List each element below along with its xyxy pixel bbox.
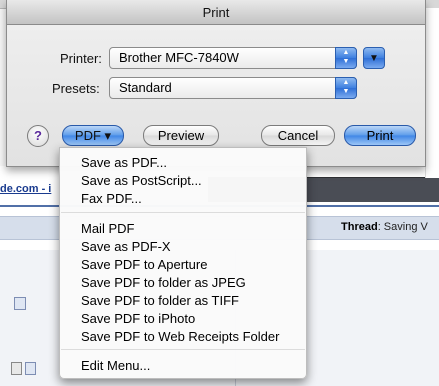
preview-button[interactable]: Preview — [143, 125, 219, 146]
menu-item-save-as-postscript[interactable]: Save as PostScript... — [81, 173, 202, 188]
menu-item-save-as-pdf-x[interactable]: Save as PDF-X — [81, 239, 171, 254]
background-file-icon[interactable] — [11, 362, 22, 375]
print-dialog: Print Printer: Brother MFC-7840W ▲ ▼ ▼ Pr… — [6, 0, 426, 167]
popup-arrows-icon: ▲ ▼ — [335, 77, 357, 99]
thread-value: : Saving V — [377, 221, 428, 233]
menu-item-save-pdf-tiff[interactable]: Save PDF to folder as TIFF — [81, 293, 239, 308]
printer-label: Printer: — [60, 51, 102, 66]
printer-value: Brother MFC-7840W — [119, 50, 239, 65]
pdf-menu: Save as PDF... Save as PostScript... Fax… — [59, 147, 307, 379]
disclosure-triangle-button[interactable]: ▼ — [363, 47, 385, 69]
print-button[interactable]: Print — [344, 125, 416, 146]
menu-separator — [61, 349, 305, 350]
presets-label: Presets: — [52, 81, 100, 96]
menu-separator — [61, 212, 305, 213]
background-thread-label: Thread: Saving V — [341, 221, 428, 233]
background-doc-icon[interactable] — [14, 297, 26, 310]
thread-label: Thread — [341, 221, 378, 233]
background-site-link[interactable]: de.com - i — [0, 183, 51, 195]
pdf-button[interactable]: PDF ▾ — [62, 125, 124, 146]
menu-item-save-pdf-web-receipts[interactable]: Save PDF to Web Receipts Folder — [81, 329, 279, 344]
cancel-button[interactable]: Cancel — [261, 125, 335, 146]
dialog-title: Print — [7, 0, 425, 25]
background-right-column — [425, 8, 439, 178]
help-button[interactable]: ? — [27, 125, 49, 147]
menu-item-fax-pdf[interactable]: Fax PDF... — [81, 191, 142, 206]
menu-item-save-pdf-to-aperture[interactable]: Save PDF to Aperture — [81, 257, 207, 272]
printer-popup[interactable]: Brother MFC-7840W ▲ ▼ — [109, 47, 357, 69]
menu-item-mail-pdf[interactable]: Mail PDF — [81, 221, 134, 236]
menu-item-save-as-pdf[interactable]: Save as PDF... — [81, 155, 167, 170]
menu-item-save-pdf-iphoto[interactable]: Save PDF to iPhoto — [81, 311, 195, 326]
menu-item-edit-menu[interactable]: Edit Menu... — [81, 358, 150, 373]
presets-popup[interactable]: Standard ▲ ▼ — [109, 77, 357, 99]
presets-value: Standard — [119, 80, 172, 95]
popup-arrows-icon: ▲ ▼ — [335, 47, 357, 69]
menu-item-save-pdf-jpeg[interactable]: Save PDF to folder as JPEG — [81, 275, 246, 290]
background-doc-icon[interactable] — [25, 362, 36, 375]
